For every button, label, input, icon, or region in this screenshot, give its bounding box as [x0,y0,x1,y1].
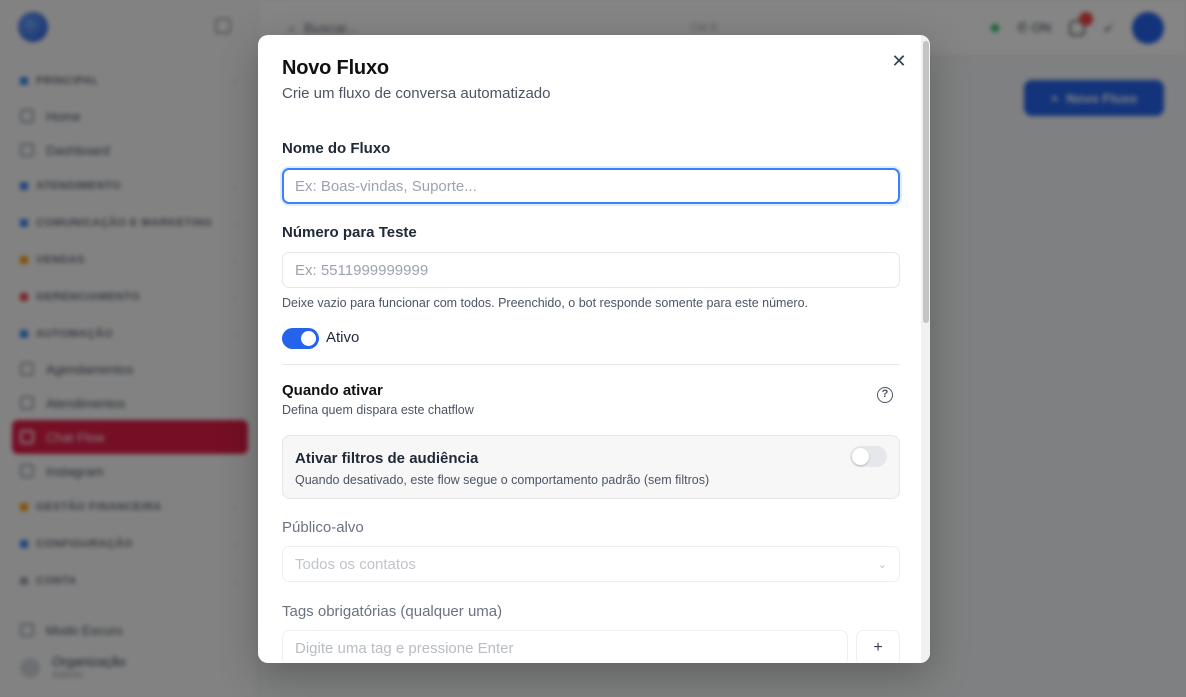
chevron-down-icon: ⌄ [877,558,887,571]
scroll-thumb[interactable] [923,41,929,323]
test-number-input[interactable] [282,252,900,288]
add-tag-button[interactable]: + [856,630,900,663]
target-audience-label: Público-alvo [282,519,364,536]
active-label: Ativo [326,329,360,346]
toggle-knob [301,331,316,346]
dialog-subtitle: Crie um fluxo de conversa automatizado [282,85,551,102]
dialog-scrollbar[interactable] [921,35,930,663]
flow-name-label: Nome do Fluxo [282,140,391,157]
close-icon[interactable]: ✕ [888,50,910,72]
active-toggle[interactable] [282,328,319,349]
required-tags-label: Tags obrigatórias (qualquer uma) [282,603,503,620]
test-number-label: Número para Teste [282,224,417,241]
audience-filter-title: Ativar filtros de audiência [295,450,479,467]
audience-filter-subtitle: Quando desativado, este flow segue o com… [295,473,710,487]
flow-name-input[interactable] [282,168,900,204]
trigger-section-subtitle: Defina quem dispara este chatflow [282,403,474,417]
toggle-knob [852,448,869,465]
help-icon[interactable]: ? [877,387,893,403]
divider [282,364,900,365]
trigger-section-title: Quando ativar [282,382,383,399]
new-flow-dialog: ✕ Novo Fluxo Crie um fluxo de conversa a… [258,35,930,663]
audience-filter-toggle[interactable] [850,446,887,467]
audience-filter-card: Ativar filtros de audiência Quando desat… [282,435,900,499]
dialog-title: Novo Fluxo [282,57,389,79]
target-audience-select[interactable]: Todos os contatos ⌄ [282,546,900,582]
test-number-help: Deixe vazio para funcionar com todos. Pr… [282,296,809,310]
target-audience-value: Todos os contatos [295,555,416,573]
tag-input[interactable] [282,630,848,663]
